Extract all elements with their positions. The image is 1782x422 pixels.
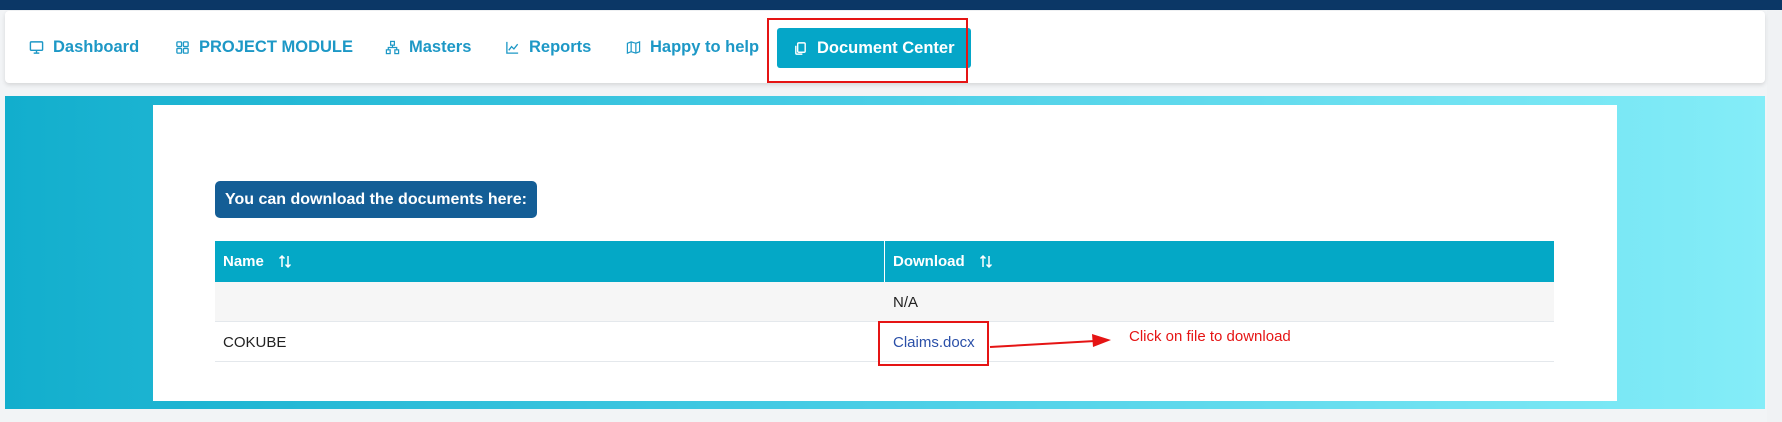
column-divider — [884, 241, 885, 282]
table-row: N/A — [215, 282, 1554, 322]
table-row: COKUBE Claims.docx — [215, 322, 1554, 362]
nav-document-center-label: Document Center — [817, 38, 955, 57]
cell-name: COKUBE — [223, 333, 287, 351]
column-header-name-label: Name — [223, 253, 264, 270]
nav-dashboard-label: Dashboard — [53, 37, 140, 56]
nav-document-center[interactable]: Document Center — [777, 28, 971, 68]
nav-masters[interactable]: Masters — [385, 32, 471, 62]
hierarchy-icon — [385, 40, 400, 54]
top-bar — [0, 0, 1782, 10]
column-header-download-label: Download — [893, 253, 965, 270]
documents-icon — [795, 41, 806, 55]
column-header-name[interactable]: Name — [223, 241, 292, 282]
nav-project-module-label: PROJECT MODULE — [199, 37, 354, 56]
monitor-icon — [29, 40, 44, 54]
nav-reports[interactable]: Reports — [505, 32, 591, 62]
grid-icon — [176, 40, 189, 54]
nav-happy-to-help-label: Happy to help — [650, 37, 760, 56]
file-download-link[interactable]: Claims.docx — [893, 322, 975, 362]
section-label: You can download the documents here: — [215, 181, 537, 218]
nav-reports-label: Reports — [529, 37, 592, 56]
scrollbar-track[interactable] — [1767, 10, 1782, 422]
line-chart-icon — [506, 41, 519, 54]
nav-masters-label: Masters — [409, 37, 472, 56]
sort-icon — [278, 254, 291, 269]
nav-project-module[interactable]: PROJECT MODULE — [175, 32, 353, 62]
cell-download: N/A — [893, 293, 919, 311]
annotation-text: Click on file to download — [1129, 328, 1291, 345]
table-header: Name Download — [215, 241, 1554, 282]
nav-dashboard[interactable]: Dashboard — [29, 32, 139, 62]
nav-happy-to-help[interactable]: Happy to help — [626, 32, 759, 62]
column-header-download[interactable]: Download — [893, 241, 993, 282]
sort-icon — [979, 254, 992, 269]
map-icon — [626, 40, 641, 54]
